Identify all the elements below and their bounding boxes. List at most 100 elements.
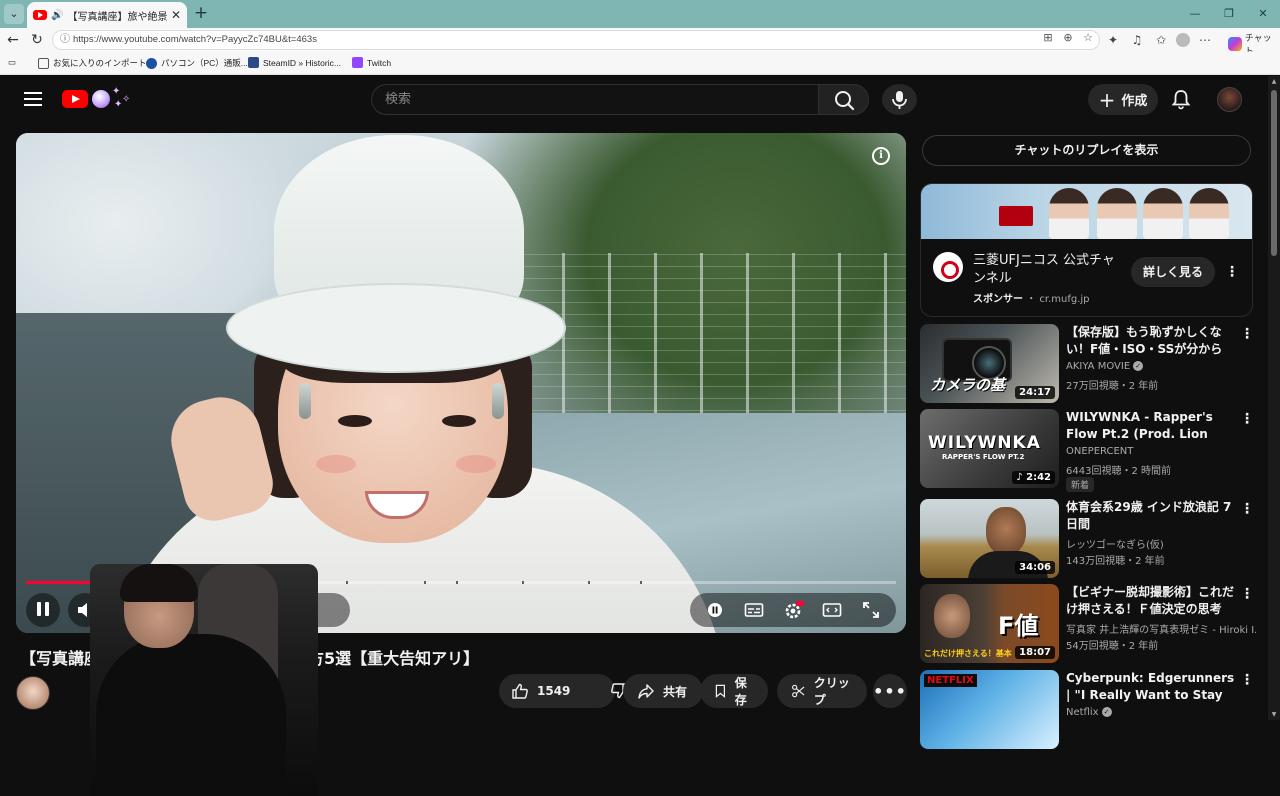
menu-icon[interactable] [24,92,42,106]
back-arrow-icon[interactable]: ← [3,30,23,50]
chapter-divider [640,581,642,584]
extensions-icon[interactable]: ✦ [1104,30,1122,50]
recommendation-item[interactable]: F値 これだけ押さえる！基本 18:07 【ビギナー脱却撮影術】これだけ押さえる… [920,584,1260,664]
more-vert-icon[interactable]: ⋮ [1239,499,1255,519]
ad-learn-more-button[interactable]: 詳しく見る [1131,257,1215,287]
search-input[interactable] [371,84,818,115]
scrollbar-thumb[interactable] [1271,90,1277,256]
pause-button[interactable] [26,593,60,627]
save-button[interactable]: 保存 [700,674,768,708]
url-text[interactable]: https://www.youtube.com/watch?v=PayycZc7… [73,34,317,45]
scroll-down-arrow-icon[interactable]: ▼ [1270,711,1278,718]
channel-name[interactable]: ONEPERCENT [1066,446,1256,457]
recommendation-item[interactable]: 34:06 体育会系29歳 インド放浪記 7日間 レッツゴーなぎら(仮) 143… [920,499,1260,579]
reload-icon[interactable]: ↻ [27,30,47,50]
music-extension-icon[interactable]: ♫ [1128,30,1146,50]
bookmark-item-steamid[interactable]: SteamID » Historic... [248,57,341,68]
browser-tool-icons: ✦ ♫ ✩ ⋯ [1104,30,1214,50]
notifications-bell-icon[interactable] [1170,88,1192,110]
create-button[interactable]: + 作成 [1088,84,1158,115]
ad-domain: cr.mufg.jp [1039,294,1090,305]
bookmark-label: Twitch [367,57,392,68]
account-avatar[interactable] [1217,87,1242,112]
video-title[interactable]: 体育会系29歳 インド放浪記 7日間 [1066,499,1238,533]
recommendation-item[interactable]: WILYWNKA RAPPER'S FLOW PT.2 ♪ 2:42 WILYW… [920,409,1260,492]
video-thumbnail[interactable]: NETFLIX [920,670,1059,749]
video-meta: 143万回視聴・2 年前 [1066,556,1165,567]
more-vert-icon[interactable]: ⋮ [1239,670,1255,690]
more-actions-button[interactable]: ••• [873,674,907,708]
split-screen-icon[interactable]: ⊞ [1040,30,1056,46]
video-frame-fence [516,253,906,423]
subtitles-button[interactable] [743,599,765,621]
bookmark-item-import[interactable]: お気に入りのインポート [38,57,147,69]
search-button[interactable] [818,84,869,115]
scroll-up-arrow-icon[interactable]: ▲ [1270,78,1278,85]
more-vert-icon[interactable]: ⋮ [1239,324,1255,344]
video-thumbnail[interactable]: WILYWNKA RAPPER'S FLOW PT.2 ♪ 2:42 [920,409,1059,488]
more-vert-icon[interactable]: ⋮ [1224,262,1240,282]
youtube-doodle-icon[interactable]: ✦ ✧ ✦ [92,86,134,110]
video-player[interactable]: i り方 › [16,133,906,633]
browser-tab-active[interactable]: 🔊 【写真講座】旅や絶景写真の綺麗な撮り方 ✕ [27,2,187,28]
settings-more-icon[interactable]: ⋯ [1196,30,1214,50]
theater-mode-button[interactable] [821,599,843,621]
like-button[interactable]: 1549 [499,674,582,708]
clip-button[interactable]: クリップ [777,674,867,708]
webcam-torso [96,634,286,796]
video-thumbnail[interactable]: カメラの基 24:17 [920,324,1059,403]
channel-name[interactable]: 写真家 井上浩輝の写真表現ゼミ - Hiroki I... [1066,621,1256,636]
autoplay-toggle[interactable] [704,599,726,621]
tab-list-chevron-icon[interactable]: ⌄ [4,4,24,24]
fullscreen-button[interactable] [860,599,882,621]
clip-label: クリップ [813,676,850,707]
video-thumbnail[interactable]: 34:06 [920,499,1059,578]
share-button[interactable]: 共有 [623,674,703,708]
channel-name[interactable]: AKIYA MOVIE ✓ [1066,361,1256,372]
channel-label: Netflix [1066,707,1099,718]
profile-avatar[interactable] [1176,33,1190,47]
video-thumbnail[interactable]: F値 これだけ押さえる！基本 18:07 [920,584,1059,663]
channel-name[interactable]: Netflix ✓ [1066,707,1256,718]
more-vert-icon[interactable]: ⋮ [1239,584,1255,604]
sponsored-ad-card[interactable]: 三菱UFJニコス 公式チャンネル スポンサー ・ cr.mufg.jp 詳しく見… [920,183,1253,317]
address-bar[interactable]: ⓘ https://www.youtube.com/watch?v=PayycZ… [52,30,1100,50]
restore-icon[interactable]: ❐ [1212,0,1246,28]
settings-button[interactable] [782,599,804,621]
speaker-icon[interactable]: 🔊 [51,10,63,21]
video-title[interactable]: 【ビギナー脱却撮影術】これだけ押さえる！Ｆ値決定の思考 [1066,584,1238,618]
favorites-icon[interactable]: ✩ [1152,30,1170,50]
ad-banner-person [1143,188,1183,239]
favorite-star-icon[interactable]: ☆ [1080,30,1096,46]
channel-name[interactable]: レッツゴーなぎら(仮) [1066,536,1256,551]
bookmark-item-twitch[interactable]: Twitch [352,57,391,68]
site-favicon-icon [248,57,259,68]
voice-search-button[interactable] [882,84,917,115]
advertiser-logo[interactable] [933,252,963,282]
bookmarks-icon[interactable]: ▭ [8,57,16,68]
ad-banner-image[interactable] [921,184,1252,239]
youtube-logo[interactable] [62,90,88,108]
video-title[interactable]: 【保存版】もう恥ずかしくない！F値・ISO・SSが分からな... [1066,324,1238,358]
site-info-icon[interactable]: ⓘ [58,33,72,47]
video-info-icon[interactable]: i [872,147,890,165]
recommendation-item[interactable]: NETFLIX Cyberpunk: Edgerunners | "I Real… [920,670,1260,750]
ad-banner-person [1097,188,1137,239]
tab-close-icon[interactable]: ✕ [171,8,181,22]
chat-replay-button[interactable]: チャットのリプレイを表示 [922,135,1251,166]
more-vert-icon[interactable]: ⋮ [1239,409,1255,429]
subtitles-icon [744,603,764,617]
new-tab-plus-icon[interactable]: + [192,4,210,22]
video-title[interactable]: WILYWNKA - Rapper's Flow Pt.2 (Prod. Lio… [1066,409,1238,443]
ad-title[interactable]: 三菱UFJニコス 公式チャンネル [973,252,1123,288]
channel-avatar[interactable] [16,676,50,710]
new-badge: 新着 [1066,477,1095,492]
recommendation-item[interactable]: カメラの基 24:17 【保存版】もう恥ずかしくない！F値・ISO・SSが分から… [920,324,1260,404]
verified-check-icon: ✓ [1101,707,1112,717]
bookmark-item-pc[interactable]: パソコン（PC）通販... [146,57,248,69]
window-close-icon[interactable]: ✕ [1246,0,1280,28]
video-title[interactable]: Cyberpunk: Edgerunners | "I Really Want … [1066,670,1238,704]
zoom-icon[interactable]: ⊕ [1060,30,1076,46]
page-scrollbar[interactable]: ▲ ▼ [1268,76,1280,720]
minimize-icon[interactable]: — [1178,0,1212,28]
